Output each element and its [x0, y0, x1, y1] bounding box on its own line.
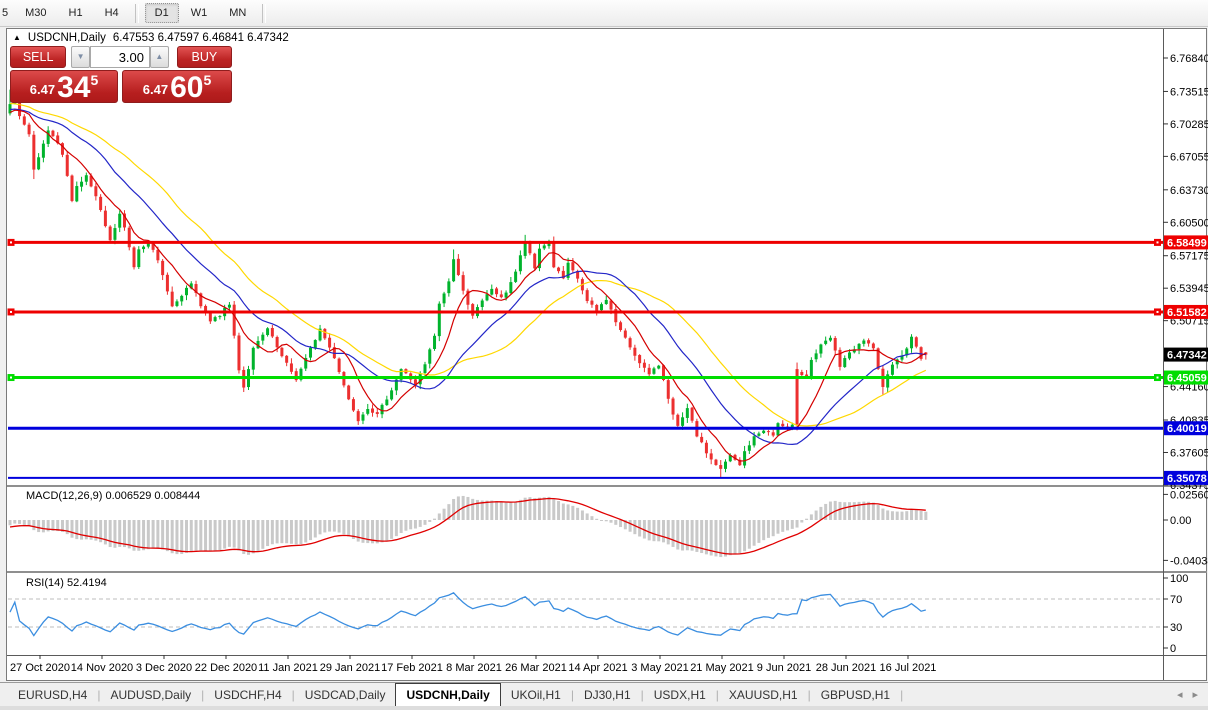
- sell-price-pipette: 5: [90, 72, 99, 88]
- svg-text:6.60500: 6.60500: [1170, 217, 1208, 229]
- volume-input[interactable]: [90, 46, 150, 68]
- chart-ohlc-values: 6.47553 6.47597 6.46841 6.47342: [112, 32, 289, 44]
- svg-text:6.76840: 6.76840: [1170, 53, 1208, 65]
- price-axis: 6.76840 6.73515 6.70285 6.67055 6.63730 6.605…: [1163, 53, 1208, 492]
- svg-text:3 Dec 2020: 3 Dec 2020: [136, 662, 192, 674]
- chart-tab-ukoil-h1[interactable]: UKOil,H1: [501, 683, 571, 706]
- chart-symbol-label: USDCNH,Daily: [27, 32, 106, 44]
- svg-text:27 Oct 2020: 27 Oct 2020: [10, 662, 70, 674]
- buy-price-prefix: 6.47: [142, 82, 169, 97]
- svg-text:-0.04038: -0.04038: [1170, 555, 1208, 567]
- sell-price-prefix: 6.47: [29, 82, 56, 97]
- volume-increase-button[interactable]: ▲: [150, 46, 169, 68]
- svg-text:100: 100: [1170, 573, 1188, 585]
- tabs-scroll-left-icon[interactable]: ◂: [1177, 688, 1183, 701]
- svg-text:28 Jun 2021: 28 Jun 2021: [816, 662, 877, 674]
- spin-down-icon: ▼: [76, 52, 85, 61]
- svg-text:9 Jun 2021: 9 Jun 2021: [757, 662, 811, 674]
- svg-text:26 Mar 2021: 26 Mar 2021: [505, 662, 567, 674]
- svg-text:6.67055: 6.67055: [1170, 151, 1208, 163]
- svg-text:14 Nov 2020: 14 Nov 2020: [71, 662, 133, 674]
- sell-button[interactable]: SELL: [10, 46, 67, 68]
- chart-tab-usdchf-h4[interactable]: USDCHF,H4: [204, 683, 291, 706]
- svg-text:30: 30: [1170, 622, 1182, 634]
- svg-text:0: 0: [1170, 643, 1176, 655]
- tabs-scroll-right-icon[interactable]: ▸: [1192, 688, 1198, 701]
- chart-tab-usdx-h1[interactable]: USDX,H1: [644, 683, 716, 706]
- chart-tab-usdcnh-daily[interactable]: USDCNH,Daily: [395, 683, 501, 706]
- svg-text:6.57175: 6.57175: [1170, 251, 1208, 263]
- macd-indicator-label: MACD(12,26,9) 0.006529 0.008444: [26, 490, 201, 502]
- chart-tab-dj30-h1[interactable]: DJ30,H1: [574, 683, 641, 706]
- rsi-pane: 100 70 30 0: [8, 573, 1188, 655]
- date-axis: 27 Oct 2020 14 Nov 2020 3 Dec 2020 22 Dec 2…: [10, 655, 936, 674]
- chart-tab-eurusd-h4[interactable]: EURUSD,H4: [8, 683, 97, 706]
- collapse-panel-icon[interactable]: ▲: [13, 33, 21, 42]
- chart-tab-bar: EURUSD,H4 | AUDUSD,Daily | USDCHF,H4 | USDCAD,…: [0, 682, 1208, 706]
- svg-text:6.73515: 6.73515: [1170, 86, 1208, 98]
- chart-tab-xauusd-h1[interactable]: XAUUSD,H1: [719, 683, 808, 706]
- svg-text:8 Mar 2021: 8 Mar 2021: [446, 662, 502, 674]
- svg-text:0.00: 0.00: [1170, 515, 1191, 527]
- svg-text:3 May 2021: 3 May 2021: [631, 662, 688, 674]
- svg-text:6.53945: 6.53945: [1170, 283, 1208, 295]
- sell-price-display[interactable]: 6.47 34 5: [10, 70, 118, 103]
- svg-text:6.37605: 6.37605: [1170, 447, 1208, 459]
- svg-text:6.70285: 6.70285: [1170, 119, 1208, 131]
- chart-canvas[interactable]: 6.76840 6.73515 6.70285 6.67055 6.63730 6.605…: [0, 0, 1208, 709]
- sell-price-big-digits: 34: [57, 70, 91, 104]
- svg-text:0.025609: 0.025609: [1170, 489, 1208, 501]
- svg-text:29 Jan 2021: 29 Jan 2021: [320, 662, 381, 674]
- tab-separator: |: [900, 687, 904, 702]
- chart-tab-usdcad-daily[interactable]: USDCAD,Daily: [295, 683, 396, 706]
- buy-price-display[interactable]: 6.47 60 5: [122, 70, 232, 103]
- svg-text:17 Feb 2021: 17 Feb 2021: [381, 662, 443, 674]
- svg-text:21 May 2021: 21 May 2021: [690, 662, 754, 674]
- buy-button[interactable]: BUY: [176, 46, 233, 68]
- rsi-indicator-label: RSI(14) 52.4194: [26, 577, 107, 589]
- svg-text:22 Dec 2020: 22 Dec 2020: [195, 662, 257, 674]
- buy-price-big-digits: 60: [170, 70, 204, 104]
- chart-tab-audusd-daily[interactable]: AUDUSD,Daily: [100, 683, 201, 706]
- svg-text:70: 70: [1170, 594, 1182, 606]
- buy-price-pipette: 5: [203, 72, 212, 88]
- chart-ohlc-header: ▲ USDCNH,Daily 6.47553 6.47597 6.46841 6…: [13, 32, 289, 44]
- one-click-trading-panel: SELL ▼ ▲ BUY 6.47 34 5 6.47 60 5: [10, 46, 233, 103]
- chart-tab-gbpusd-h1[interactable]: GBPUSD,H1: [811, 683, 900, 706]
- volume-decrease-button[interactable]: ▼: [71, 46, 90, 68]
- spin-up-icon: ▲: [155, 52, 164, 61]
- svg-text:14 Apr 2021: 14 Apr 2021: [568, 662, 627, 674]
- svg-text:11 Jan 2021: 11 Jan 2021: [258, 662, 318, 674]
- svg-text:6.63730: 6.63730: [1170, 185, 1208, 197]
- svg-text:16 Jul 2021: 16 Jul 2021: [880, 662, 937, 674]
